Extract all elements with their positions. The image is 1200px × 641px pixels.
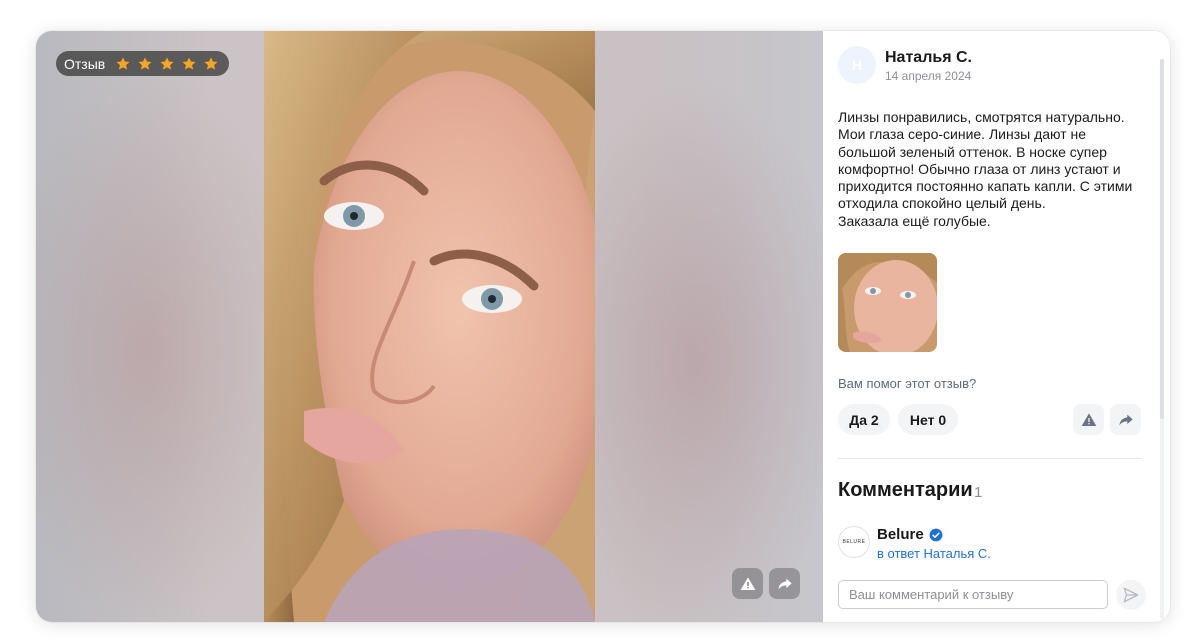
warning-icon <box>740 576 755 590</box>
helpful-yes-button[interactable]: Да 2 <box>838 404 890 435</box>
review-text: Линзы понравились, смотрятся натурально.… <box>838 109 1133 229</box>
photo-thumbnail[interactable] <box>838 253 937 352</box>
share-icon <box>777 578 792 589</box>
comments-count: 1 <box>974 484 983 501</box>
review-date: 14 апреля 2024 <box>885 69 972 83</box>
helpful-no-button[interactable]: Нет 0 <box>898 404 958 435</box>
star-icon <box>138 56 152 70</box>
warning-icon <box>1081 412 1096 426</box>
star-icon <box>160 56 174 70</box>
media-viewer: Отзыв <box>36 31 823 622</box>
helpful-question: Вам помог этот отзыв? <box>838 376 977 391</box>
send-button[interactable] <box>1116 580 1146 610</box>
media-share-button[interactable] <box>769 568 800 599</box>
review-photo <box>264 31 595 622</box>
verified-icon <box>929 528 943 542</box>
share-button[interactable] <box>1110 404 1141 435</box>
scrollbar-thumb[interactable] <box>1160 59 1164 419</box>
send-icon <box>1123 587 1139 603</box>
report-button[interactable] <box>1073 404 1104 435</box>
avatar: Н <box>838 46 876 84</box>
divider <box>838 458 1141 459</box>
comments-title: Комментарии <box>838 479 973 501</box>
review-modal: Отзыв Н Наталья С. 14 апреля 2024 Линзы … <box>36 31 1170 622</box>
brand-avatar: BELURE <box>838 526 870 558</box>
reply-to-link[interactable]: в ответ Наталья С. <box>877 546 991 561</box>
badge-label: Отзыв <box>64 55 106 72</box>
star-icon <box>116 56 130 70</box>
author-name: Наталья С. <box>885 49 972 66</box>
comment-input[interactable] <box>838 580 1108 609</box>
rating-badge: Отзыв <box>56 51 230 76</box>
media-report-button[interactable] <box>732 568 763 599</box>
star-icon <box>182 56 196 70</box>
star-icon <box>204 56 218 70</box>
share-icon <box>1118 414 1133 425</box>
comment-author: Belure <box>877 526 924 543</box>
review-panel: Н Наталья С. 14 апреля 2024 Линзы понрав… <box>823 31 1170 622</box>
scrollbar[interactable] <box>1160 59 1164 619</box>
